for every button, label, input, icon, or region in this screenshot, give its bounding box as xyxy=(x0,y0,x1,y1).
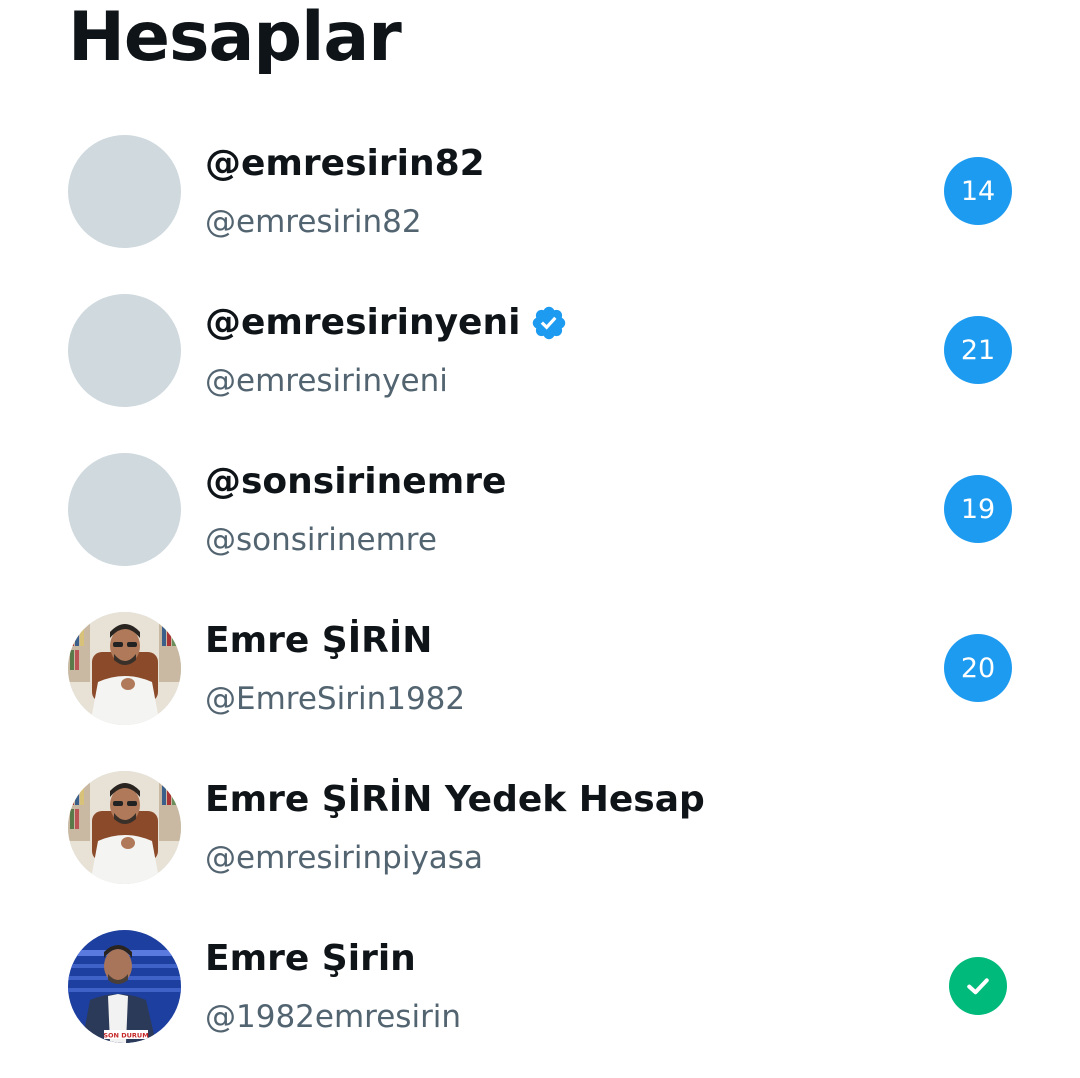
unread-count-badge: 19 xyxy=(944,475,1012,543)
unread-count-badge: 21 xyxy=(944,316,1012,384)
account-row-emresirinyeni[interactable]: @emresirinyeni @emresirinyeni 21 xyxy=(0,271,1080,430)
account-name: @sonsirinemre xyxy=(205,461,507,502)
profile-photo-avatar xyxy=(68,612,181,725)
unread-count-badge: 20 xyxy=(944,634,1012,702)
verified-badge-icon xyxy=(530,304,568,342)
account-handle: @emresirinyeni xyxy=(205,363,448,399)
account-name: @emresirinyeni xyxy=(205,301,568,345)
avatar xyxy=(68,453,181,566)
account-name: Emre Şirin xyxy=(205,938,416,979)
account-row-1982emresirin[interactable]: SON DURUM Emre Şirin @1982emresirin xyxy=(0,907,1080,1066)
account-name: @emresirin82 xyxy=(205,143,485,184)
profile-photo-avatar xyxy=(68,771,181,884)
account-handle: @EmreSirin1982 xyxy=(205,681,466,717)
active-account-check-icon xyxy=(949,957,1007,1015)
account-name: Emre ŞİRİN xyxy=(205,620,433,661)
account-row-emresirinpiyasa[interactable]: Emre ŞİRİN Yedek Hesap @emresirinpiyasa xyxy=(0,748,1080,907)
avatar xyxy=(68,294,181,407)
avatar-caption: SON DURUM xyxy=(103,1032,148,1040)
account-row-sonsirinemre[interactable]: @sonsirinemre @sonsirinemre 19 xyxy=(0,430,1080,589)
account-row-emresirin82[interactable]: @emresirin82 @emresirin82 14 xyxy=(0,112,1080,271)
account-handle: @sonsirinemre xyxy=(205,522,437,558)
account-handle: @emresirinpiyasa xyxy=(205,840,483,876)
profile-photo-avatar: SON DURUM xyxy=(68,930,181,1043)
avatar xyxy=(68,135,181,248)
account-handle: @emresirin82 xyxy=(205,204,422,240)
account-handle: @1982emresirin xyxy=(205,999,462,1035)
account-name: Emre ŞİRİN Yedek Hesap xyxy=(205,779,705,820)
page-title: Hesaplar xyxy=(68,0,402,77)
account-row-emresirin1982[interactable]: Emre ŞİRİN @EmreSirin1982 20 xyxy=(0,589,1080,748)
unread-count-badge: 14 xyxy=(944,157,1012,225)
